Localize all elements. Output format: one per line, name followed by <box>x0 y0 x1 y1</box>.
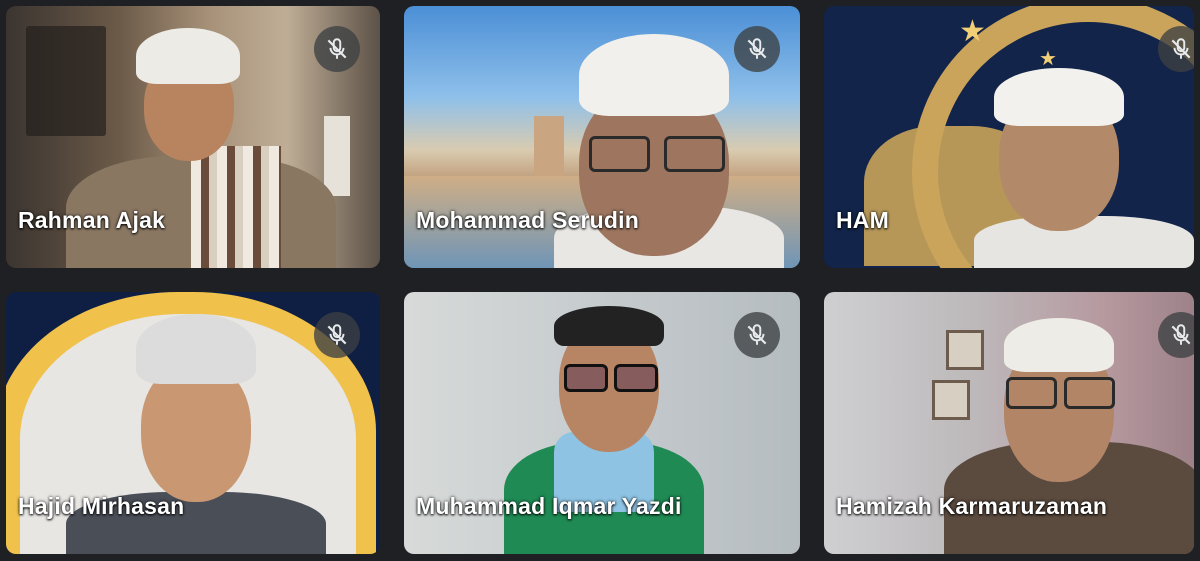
participant-tile-muhammad-iqmar-yazdi[interactable]: Muhammad Iqmar Yazdi <box>404 292 800 554</box>
participant-tile-hamizah-karmaruzaman[interactable]: Hamizah Karmaruzaman <box>824 292 1194 554</box>
mic-off-icon <box>734 312 780 358</box>
participant-tile-rahman-ajak[interactable]: Rahman Ajak <box>6 6 380 268</box>
star-icon: ★ <box>959 15 986 48</box>
participant-tile-mohammad-serudin[interactable]: Mohammad Serudin <box>404 6 800 268</box>
video-grid: Rahman Ajak Mohammad Serudin ★ ★ HAM Haj… <box>0 0 1200 561</box>
participant-name: Mohammad Serudin <box>416 207 640 233</box>
participant-name: Rahman Ajak <box>18 207 166 233</box>
participant-name: Hamizah Karmaruzaman <box>836 493 1108 519</box>
mic-off-icon <box>734 26 780 72</box>
participant-name: HAM <box>836 207 889 233</box>
participant-name: Muhammad Iqmar Yazdi <box>416 493 682 519</box>
mic-off-icon <box>314 312 360 358</box>
participant-tile-hajid-mirhasan[interactable]: Hajid Mirhasan <box>6 292 380 554</box>
participant-tile-ham[interactable]: ★ ★ HAM <box>824 6 1194 268</box>
mic-off-icon <box>314 26 360 72</box>
participant-name: Hajid Mirhasan <box>18 493 185 519</box>
